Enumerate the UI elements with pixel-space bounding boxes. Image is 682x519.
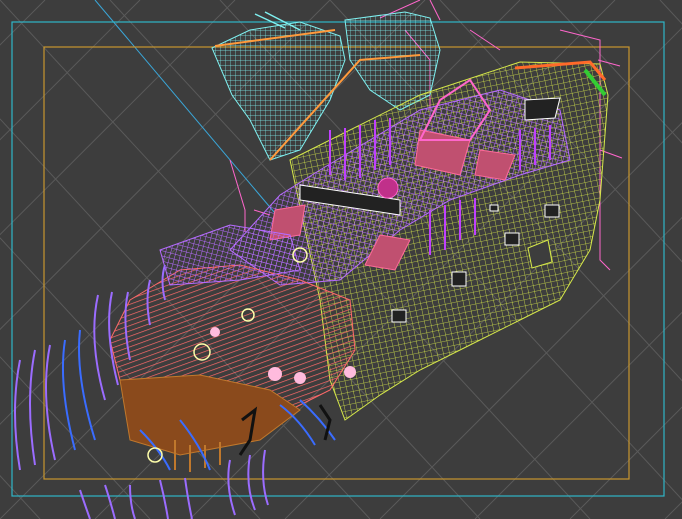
3d-viewport[interactable] bbox=[0, 0, 682, 519]
grid-line bbox=[0, 356, 151, 519]
grid-line bbox=[0, 0, 46, 46]
grid-line bbox=[659, 0, 682, 25]
viewport-canvas[interactable] bbox=[0, 0, 682, 519]
